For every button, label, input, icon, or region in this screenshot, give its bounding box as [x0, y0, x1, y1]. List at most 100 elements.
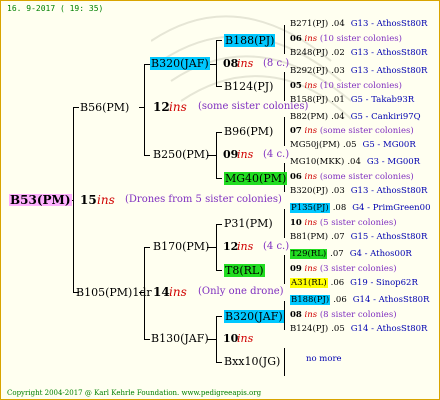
gen4-ins: ins	[304, 310, 318, 320]
connector	[216, 270, 222, 271]
gen4-row: 06 ins (some sister colonies)	[290, 173, 414, 182]
gen4-year: 07	[290, 126, 302, 136]
no-more-label: no more	[306, 355, 342, 364]
gen4-row: B82(PM) .04 G5 - Cankiri97Q	[290, 113, 421, 122]
gen4-extra: G5 - Cankiri97Q	[350, 112, 421, 122]
gen4-extra: G15 - AthosSt80R	[350, 232, 428, 242]
gen4-label: MG10(MKK)	[290, 157, 345, 167]
gen4-row: B158(PJ) .01 G5 - Takab93R	[290, 96, 414, 105]
gen4-ins: ins	[304, 264, 318, 274]
b320b-ins: ins	[237, 332, 254, 345]
root-year: 15	[80, 193, 97, 207]
gen4-row: T29(RL) .07 G4 - Athos00R	[290, 249, 412, 259]
node-b170: B170(PM)	[153, 240, 210, 253]
gen4-extra: G5 - MG00R	[362, 140, 416, 150]
gen4-year: 09	[290, 264, 302, 274]
connector	[216, 132, 217, 178]
connector	[284, 348, 285, 376]
gen4-row: MG50j(PM) .05 G5 - MG00R	[290, 141, 416, 150]
gen4-label: B158(PJ)	[290, 95, 329, 105]
gen4-note: (3 sister colonies)	[319, 264, 397, 274]
gen4-row: B188(PJ) .06 G14 - AthosSt80R	[290, 295, 430, 305]
gen4-extra: G4 - PrimGreen00	[352, 203, 431, 213]
node-b130: B130(JAF)	[151, 332, 209, 345]
gen4-ins: ins	[304, 126, 318, 136]
gen4-row: B271(PJ) .04 G13 - AthosSt80R	[290, 20, 427, 29]
gen4-ins: ins	[304, 81, 318, 91]
gen4-num: .03	[331, 186, 345, 196]
b96-note: (4 c.)	[263, 149, 290, 160]
node-t8: T8(RL)	[224, 264, 265, 277]
gen4-row: 06 ins (10 sister colonies)	[290, 35, 402, 44]
gen4-num: .04	[331, 19, 345, 29]
gen4-num: .06	[333, 295, 347, 305]
gen4-label: B271(PJ)	[290, 19, 329, 29]
gen4-label: MG50j(PM)	[290, 140, 340, 150]
gen4-note: (10 sister colonies)	[319, 34, 402, 44]
connector	[216, 224, 217, 270]
gen4-year: 05	[290, 81, 302, 91]
b188-ins: ins	[237, 57, 254, 70]
node-b320-jaf-2: B320(JAF)	[224, 310, 284, 323]
node-mg40: MG40(PM)	[224, 172, 288, 185]
gen4-label: P135(PJ)	[290, 203, 330, 213]
gen4-num: .04	[331, 112, 345, 122]
gen4-row: 05 ins (10 sister colonies)	[290, 82, 402, 91]
connector	[216, 224, 222, 225]
root-node: B53(PM)	[9, 193, 72, 207]
gen4-label: B188(PJ)	[290, 295, 331, 305]
connector	[216, 40, 222, 41]
node-b56: B56(PM)	[80, 101, 130, 114]
b56-ins: ins	[169, 100, 187, 114]
copyright-footer: Copyright 2004-2017 @ Karl Kehrle Founda…	[7, 389, 262, 397]
node-b188: B188(PJ)	[224, 34, 276, 47]
node-b320-jaf: B320(JAF)	[150, 57, 210, 70]
gen4-row: 08 ins (8 sister colonies)	[290, 311, 397, 320]
gen4-ins: ins	[304, 34, 318, 44]
b105-ins: ins	[169, 285, 187, 299]
gen4-label: B82(PM)	[290, 112, 329, 122]
gen4-note: (10 sister colonies)	[319, 81, 402, 91]
connector	[284, 255, 285, 284]
p31-ins: ins	[237, 240, 254, 253]
gen4-ins: ins	[304, 172, 318, 182]
gen4-row: B81(PM) .07 G15 - AthosSt80R	[290, 233, 427, 242]
connector	[144, 64, 145, 155]
gen4-extra: G14 - AthosSt80R	[352, 295, 430, 305]
gen4-note: (some sister colonies)	[319, 126, 414, 136]
gen4-extra: G5 - Takab93R	[350, 95, 415, 105]
b105-year: 14	[153, 285, 170, 299]
gen4-row: 09 ins (3 sister colonies)	[290, 265, 397, 274]
gen4-note: (8 sister colonies)	[319, 310, 397, 320]
gen4-year: 06	[290, 172, 302, 182]
gen4-label: T29(RL)	[290, 249, 328, 259]
connector	[73, 107, 74, 293]
gen4-num: .07	[330, 249, 344, 259]
connector	[216, 86, 222, 87]
gen4-year: 06	[290, 34, 302, 44]
gen4-year: 10	[290, 218, 302, 228]
b188-note: (8 c.)	[263, 58, 290, 69]
node-p31: P31(PM)	[224, 217, 273, 230]
gen4-label: A31(RL)	[290, 278, 328, 288]
gen4-label: B292(PJ)	[290, 66, 329, 76]
root-note: (Drones from 5 sister colonies)	[125, 194, 282, 205]
gen4-extra: G3 - MG00R	[366, 157, 421, 167]
gen4-num: .08	[332, 203, 347, 213]
gen4-num: .01	[331, 95, 345, 105]
gen4-extra: G19 - Sinop62R	[350, 278, 418, 288]
gen4-row: B320(PJ) .03 G13 - AthosSt80R	[290, 187, 427, 196]
gen4-label: B320(PJ)	[290, 186, 329, 196]
gen4-row: MG10(MKK) .04 G3 - MG00R	[290, 158, 420, 167]
gen4-row: A31(RL) .06 G19 - Sinop62R	[290, 278, 418, 288]
gen4-num: .05	[343, 140, 357, 150]
gen4-note: (some sister colonies)	[319, 172, 414, 182]
p31-note: (4 c.)	[263, 241, 290, 252]
gen4-extra: G13 - AthosSt80R	[350, 19, 428, 29]
date-header: 16. 9-2017 ( 19: 35)	[7, 4, 104, 13]
connector	[284, 209, 285, 238]
gen4-row: 10 ins (5 sister colonies)	[290, 219, 397, 228]
gen4-extra: G4 - Athos00R	[349, 249, 412, 259]
connector	[144, 155, 150, 156]
root-ins: ins	[97, 193, 115, 207]
